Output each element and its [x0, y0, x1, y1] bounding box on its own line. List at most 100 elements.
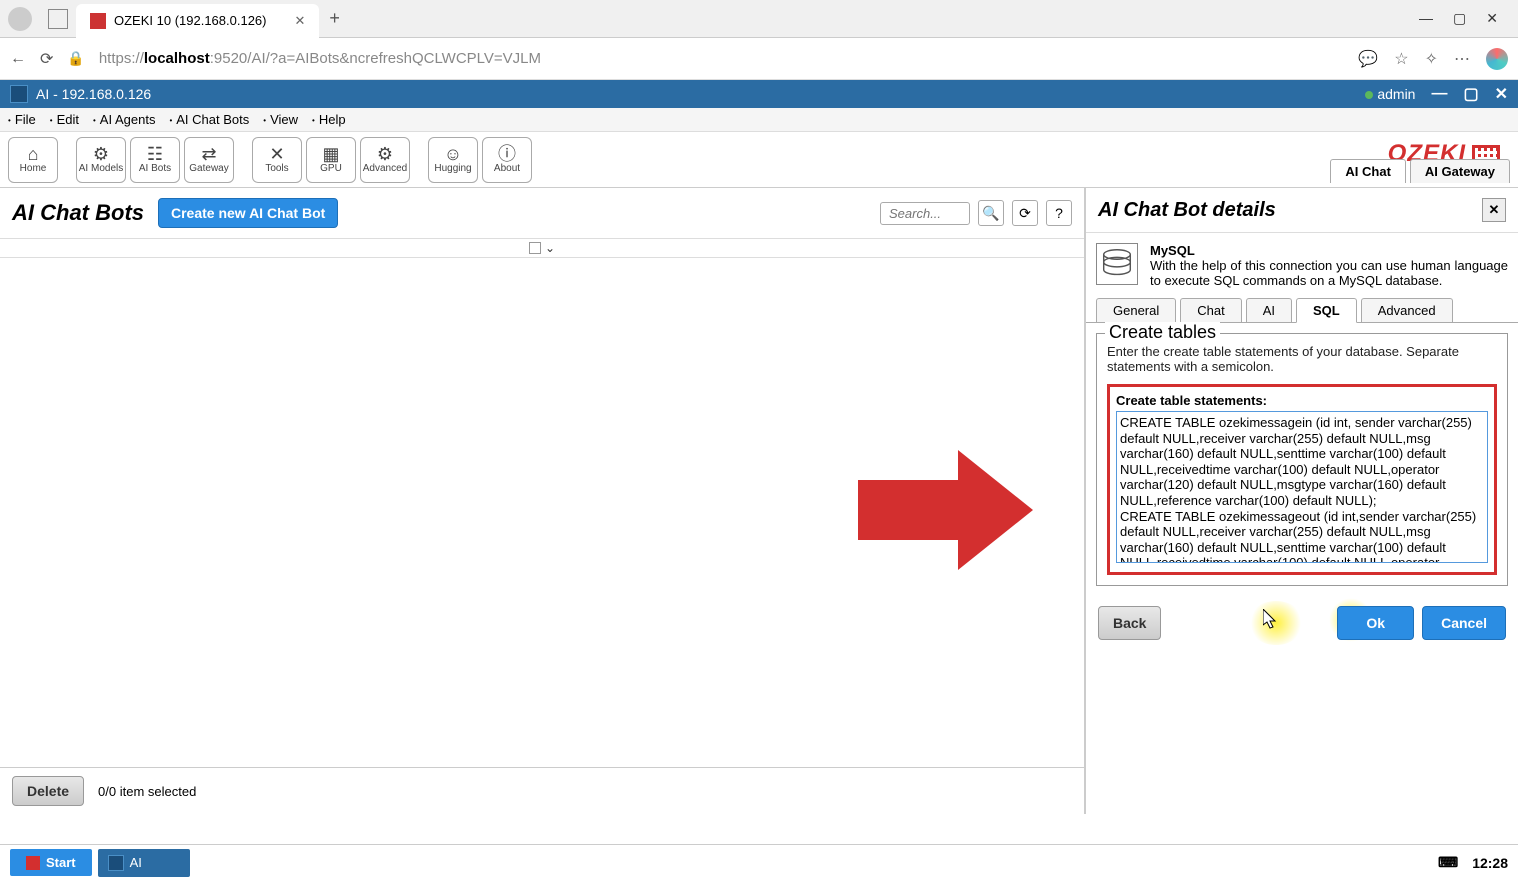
bots-icon: ☷	[147, 145, 163, 163]
favorite-icon[interactable]: ☆	[1394, 49, 1408, 69]
delete-button[interactable]: Delete	[12, 776, 84, 806]
refresh-icon[interactable]: ⟳	[40, 49, 53, 69]
menubar: File Edit AI Agents AI Chat Bots View He…	[0, 108, 1518, 132]
url-field[interactable]: https://localhost:9520/AI/?a=AIBots&ncre…	[99, 50, 1344, 67]
tab-ai[interactable]: AI	[1246, 298, 1292, 322]
maximize-icon[interactable]: ▢	[1453, 10, 1466, 27]
tab-ai-chat[interactable]: AI Chat	[1330, 159, 1406, 183]
details-title: AI Chat Bot details	[1098, 199, 1276, 222]
chat-icon[interactable]: 💬	[1358, 49, 1378, 69]
ok-button[interactable]: Ok	[1337, 606, 1414, 640]
refresh-list-icon[interactable]: ⟳	[1012, 200, 1038, 226]
app-title: AI - 192.168.0.126	[36, 86, 151, 102]
sql-label: Create table statements:	[1116, 393, 1488, 408]
gateway-icon: ⇄	[201, 145, 216, 163]
app-maximize-icon[interactable]: ▢	[1463, 84, 1478, 104]
close-tab-icon[interactable]: ✕	[294, 13, 305, 29]
right-tabs: AI Chat AI Gateway	[1330, 159, 1510, 183]
menu-icon[interactable]: ⋯	[1454, 49, 1470, 69]
connection-info: MySQL With the help of this connection y…	[1086, 233, 1518, 298]
start-grid-icon	[26, 856, 40, 870]
task-icon	[108, 855, 124, 871]
tab-ai-gateway[interactable]: AI Gateway	[1410, 159, 1510, 183]
keyboard-icon[interactable]: ⌨	[1438, 854, 1458, 871]
detail-tabs: General Chat AI SQL Advanced	[1086, 298, 1518, 323]
tab-chat[interactable]: Chat	[1180, 298, 1241, 322]
menu-edit[interactable]: Edit	[50, 112, 79, 127]
back-icon[interactable]: ←	[10, 50, 26, 68]
hugging-icon: ☺	[444, 145, 462, 163]
selection-status: 0/0 item selected	[98, 784, 196, 799]
fieldset-legend: Create tables	[1105, 322, 1220, 343]
help-icon[interactable]: ?	[1046, 200, 1072, 226]
menu-view[interactable]: View	[263, 112, 298, 127]
ai-bots-button[interactable]: ☷AI Bots	[130, 137, 180, 183]
gpu-icon: ▦	[322, 145, 339, 163]
sql-textarea[interactable]	[1116, 411, 1488, 563]
toolbar: ⌂Home ⚙AI Models ☷AI Bots ⇄Gateway ✕Tool…	[0, 132, 1518, 188]
start-button[interactable]: Start	[10, 849, 92, 876]
window-controls: — ▢ ✕	[1419, 10, 1518, 27]
details-pane: AI Chat Bot details ✕ MySQL With the hel…	[1086, 188, 1518, 814]
profile-icon[interactable]	[8, 7, 32, 31]
left-footer: Delete 0/0 item selected	[0, 767, 1084, 814]
gear-icon: ⚙	[377, 145, 393, 163]
connection-desc: With the help of this connection you can…	[1150, 258, 1508, 288]
list-header-row: ⌄	[0, 239, 1084, 258]
menu-ai-agents[interactable]: AI Agents	[93, 112, 155, 127]
gpu-button[interactable]: ▦GPU	[306, 137, 356, 183]
minimize-icon[interactable]: —	[1419, 10, 1433, 27]
tab-title: OZEKI 10 (192.168.0.126)	[114, 13, 266, 28]
fieldset-desc: Enter the create table statements of you…	[1107, 344, 1497, 374]
checkbox-icon[interactable]	[529, 242, 541, 254]
close-window-icon[interactable]: ✕	[1486, 10, 1498, 27]
workspaces-icon[interactable]	[48, 9, 68, 29]
app-minimize-icon[interactable]: —	[1431, 85, 1447, 103]
page-title: AI Chat Bots	[12, 200, 144, 226]
home-button[interactable]: ⌂Home	[8, 137, 58, 183]
gateway-button[interactable]: ⇄Gateway	[184, 137, 234, 183]
clock: 12:28	[1472, 855, 1508, 871]
tab-advanced[interactable]: Advanced	[1361, 298, 1453, 322]
close-details-icon[interactable]: ✕	[1482, 198, 1506, 222]
collections-icon[interactable]: ✧	[1425, 49, 1438, 69]
dropdown-icon[interactable]: ⌄	[545, 241, 555, 255]
address-bar: ← ⟳ 🔒 https://localhost:9520/AI/?a=AIBot…	[0, 38, 1518, 80]
ai-models-button[interactable]: ⚙AI Models	[76, 137, 126, 183]
left-header: AI Chat Bots Create new AI Chat Bot 🔍 ⟳ …	[0, 188, 1084, 239]
browser-titlebar: OZEKI 10 (192.168.0.126) ✕ + — ▢ ✕	[0, 0, 1518, 38]
lock-icon[interactable]: 🔒	[67, 50, 84, 67]
back-button[interactable]: Back	[1098, 606, 1161, 640]
about-button[interactable]: ⓘAbout	[482, 137, 532, 183]
menu-file[interactable]: File	[8, 112, 36, 127]
database-icon	[1096, 243, 1138, 285]
search-input[interactable]	[880, 202, 970, 225]
app-close-icon[interactable]: ✕	[1495, 84, 1508, 104]
app-icon	[10, 85, 28, 103]
create-tables-fieldset: Create tables Enter the create table sta…	[1096, 333, 1508, 586]
task-item-ai[interactable]: AI	[98, 849, 190, 877]
favicon-icon	[90, 13, 106, 29]
copilot-icon[interactable]	[1486, 48, 1508, 70]
menu-ai-chat-bots[interactable]: AI Chat Bots	[169, 112, 249, 127]
hugging-button[interactable]: ☺Hugging	[428, 137, 478, 183]
cancel-button[interactable]: Cancel	[1422, 606, 1506, 640]
home-icon: ⌂	[28, 145, 39, 163]
advanced-button[interactable]: ⚙Advanced	[360, 137, 410, 183]
status-dot-icon	[1365, 91, 1373, 99]
user-label[interactable]: admin	[1365, 86, 1415, 102]
search-icon[interactable]: 🔍	[978, 200, 1004, 226]
tab-general[interactable]: General	[1096, 298, 1176, 322]
connection-name: MySQL	[1150, 243, 1195, 258]
menu-help[interactable]: Help	[312, 112, 346, 127]
new-tab-button[interactable]: +	[329, 8, 340, 29]
taskbar: Start AI ⌨ 12:28	[0, 844, 1518, 880]
tools-button[interactable]: ✕Tools	[252, 137, 302, 183]
browser-tab[interactable]: OZEKI 10 (192.168.0.126) ✕	[76, 4, 319, 38]
info-icon: ⓘ	[498, 145, 516, 163]
tools-icon: ✕	[269, 145, 284, 163]
details-header: AI Chat Bot details ✕	[1086, 188, 1518, 233]
tab-sql[interactable]: SQL	[1296, 298, 1357, 323]
create-chatbot-button[interactable]: Create new AI Chat Bot	[158, 198, 338, 228]
gear-icon: ⚙	[93, 145, 109, 163]
